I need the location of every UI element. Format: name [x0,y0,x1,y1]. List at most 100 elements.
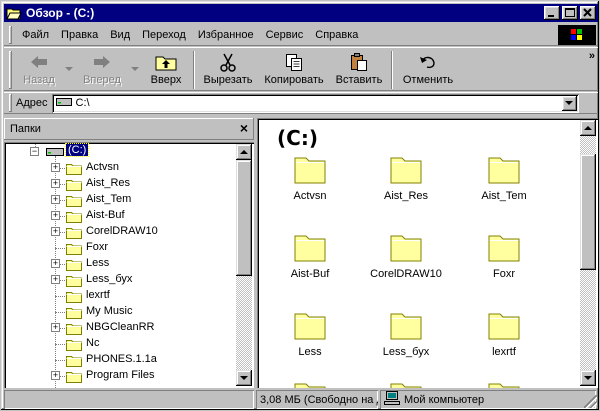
tree-item[interactable]: + NBGCleanRR [4,320,234,336]
content-pane[interactable]: (C:) Actvsn Aist_Res Aist_Tem Aist-Buf Corel… [257,118,598,388]
folder-item[interactable]: CorelDRAW10 [361,232,451,280]
tree-item[interactable]: + CorelDRAW10 [4,224,234,240]
folder-item-label: Less_бух [382,346,430,358]
forward-dropdown[interactable] [128,48,142,90]
folders-pane-close-button[interactable]: × [240,121,248,135]
resize-grip[interactable] [584,395,597,408]
address-grip[interactable] [9,94,12,112]
copy-button[interactable]: Копировать [258,48,330,90]
tree-item-label: Aist_Tem [86,193,132,205]
address-dropdown-button[interactable] [561,95,577,111]
tree-expand-button[interactable]: + [51,323,60,332]
scroll-thumb[interactable] [580,154,596,270]
tree-expand-button[interactable]: + [51,211,60,220]
folder-icon [390,154,422,184]
folder-item[interactable]: Aist-Buf [265,232,355,280]
tree-guide [55,344,65,345]
back-button[interactable]: Назад [16,48,62,90]
folder-tree[interactable]: − (C:) + Actvsn + Aist_Res + Aist_Tem + Aist-Bu… [4,142,254,388]
tree-expand-button[interactable]: + [51,195,60,204]
paste-button[interactable]: Вставить [330,48,388,90]
up-button[interactable]: Вверх [142,48,190,90]
folder-item[interactable]: Aist_Res [361,154,451,202]
menu-grip[interactable] [9,26,12,44]
folder-icon [66,306,82,319]
folder-icon [66,258,82,271]
scroll-thumb[interactable] [236,160,252,276]
menu-go[interactable]: Переход [136,29,192,41]
folder-item[interactable]: Actvsn [265,154,355,202]
address-value: C:\ [75,97,90,109]
tree-expand-button[interactable]: + [51,275,60,284]
tree-collapse-root[interactable]: − [30,147,39,156]
tree-item[interactable]: + Aist_Res [4,176,234,192]
folder-item[interactable]: lexrtf [459,310,549,358]
tree-guide [35,142,36,147]
menu-view[interactable]: Вид [104,29,136,41]
folder-icon [390,310,422,340]
drive-icon [46,146,64,159]
tree-item[interactable]: PHONES.1.1a [4,352,234,368]
tree-item-label: Less [86,257,110,269]
menu-tools[interactable]: Сервис [260,29,310,41]
tree-item[interactable]: Nc [4,336,234,352]
tree-item[interactable]: + Aist_Tem [4,192,234,208]
folder-item-label: Actvsn [293,190,327,202]
tree-expand-button[interactable]: + [51,259,60,268]
tree-item-root[interactable]: (C:) [64,143,90,157]
folder-item[interactable]: Less [265,310,355,358]
cut-button[interactable]: Вырезать [198,48,258,90]
tree-item[interactable]: + Aist-Buf [4,208,234,224]
folder-item-partial[interactable] [265,380,355,388]
folder-item-partial[interactable] [459,380,549,388]
tree-expand-button[interactable]: + [51,371,60,380]
scroll-up-button[interactable] [236,144,252,160]
scroll-down-button[interactable] [580,370,596,386]
window-title: Обзор - (C:) [26,6,95,20]
menu-edit[interactable]: Правка [55,29,104,41]
undo-button[interactable]: Отменить [396,48,460,90]
tree-item[interactable]: + Less_бух [4,272,234,288]
close-button[interactable] [580,6,596,20]
folder-item[interactable]: Foxr [459,232,549,280]
tree-expand-button[interactable]: + [51,163,60,172]
tree-item[interactable]: + Program Files [4,368,234,384]
tree-item-label: Less_бух [86,273,133,285]
folder-icon [66,338,82,351]
address-input[interactable]: C:\ [51,93,579,113]
tree-expand-button[interactable]: + [51,227,60,236]
tree-item[interactable]: + Actvsn [4,160,234,176]
status-bar: 3,08 МБ (Свободно на диске Мой компьютер [4,390,598,409]
forward-button[interactable]: Вперед [76,48,128,90]
folder-item[interactable]: Aist_Tem [459,154,549,202]
folders-vertical-scrollbar[interactable] [236,144,252,386]
folder-icon [294,232,326,262]
tree-item-label: lexrtf [86,289,110,301]
content-vertical-scrollbar[interactable] [580,120,596,386]
maximize-button[interactable] [562,6,578,20]
title-bar[interactable]: Обзор - (C:) [4,4,598,22]
tree-item[interactable]: + Less [4,256,234,272]
folder-item-partial[interactable] [361,380,451,388]
folder-icon [66,274,82,287]
tree-expand-button[interactable]: + [51,179,60,188]
tree-item-label: PHONES.1.1a [86,353,157,365]
back-dropdown[interactable] [62,48,76,90]
toolbar-grip[interactable] [9,51,12,89]
undo-icon [416,51,440,73]
folder-icon [66,322,82,335]
menu-help[interactable]: Справка [309,29,364,41]
menu-file[interactable]: Файл [16,29,55,41]
tree-item-label: NBGCleanRR [86,321,155,333]
scroll-down-button[interactable] [236,370,252,386]
tree-item[interactable]: lexrtf [4,288,234,304]
scroll-up-button[interactable] [580,120,596,136]
toolbar-more-chevron[interactable]: » [589,50,595,62]
minimize-button[interactable] [544,6,560,20]
folder-up-icon [154,51,178,73]
tree-item[interactable]: Foxr [4,240,234,256]
folder-item[interactable]: Less_бух [361,310,451,358]
menu-favorites[interactable]: Избранное [192,29,260,41]
tree-item[interactable]: My Music [4,304,234,320]
status-size: 3,08 МБ (Свободно на диске [256,390,378,409]
